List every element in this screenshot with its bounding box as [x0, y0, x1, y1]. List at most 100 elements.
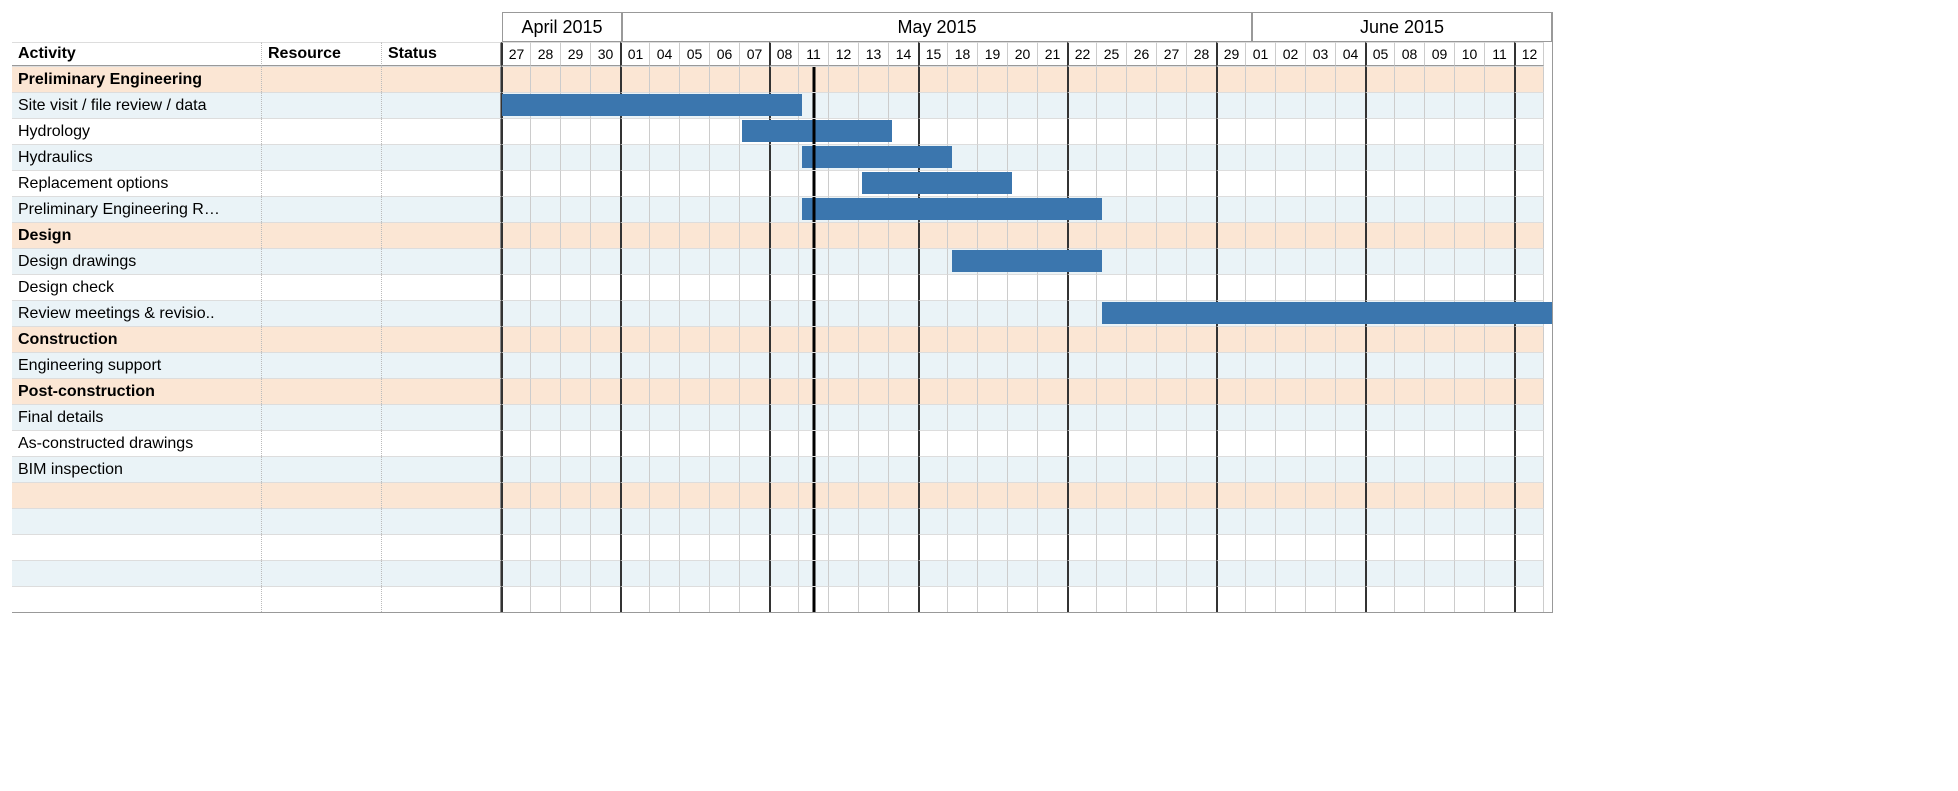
timeline-cell	[1157, 586, 1187, 612]
gantt-bar[interactable]	[952, 250, 1102, 272]
resource-cell[interactable]	[262, 430, 382, 456]
status-cell[interactable]	[382, 404, 502, 430]
status-cell[interactable]	[382, 300, 502, 326]
activity-cell[interactable]: Engineering support	[12, 352, 262, 378]
activity-cell[interactable]: Design drawings	[12, 248, 262, 274]
status-cell[interactable]	[382, 170, 502, 196]
section-label-cell[interactable]: Construction	[12, 326, 262, 352]
resource-cell[interactable]	[262, 118, 382, 144]
timeline-cell	[1365, 222, 1395, 248]
resource-cell[interactable]	[262, 534, 382, 560]
status-cell[interactable]	[382, 586, 502, 612]
timeline-cell	[1067, 300, 1097, 326]
timeline-cell	[620, 300, 650, 326]
activity-cell[interactable]: Design check	[12, 274, 262, 300]
timeline-cell	[1395, 144, 1425, 170]
activity-cell[interactable]	[12, 534, 262, 560]
status-cell[interactable]	[382, 66, 502, 92]
activity-cell[interactable]: Final details	[12, 404, 262, 430]
activity-cell[interactable]	[12, 586, 262, 612]
resource-cell[interactable]	[262, 274, 382, 300]
timeline-cell	[1365, 508, 1395, 534]
timeline-cell	[1455, 66, 1485, 92]
status-cell[interactable]	[382, 430, 502, 456]
timeline-cell	[769, 456, 799, 482]
resource-cell[interactable]	[262, 196, 382, 222]
resource-cell[interactable]	[262, 66, 382, 92]
resource-cell[interactable]	[262, 456, 382, 482]
status-cell[interactable]	[382, 378, 502, 404]
resource-cell[interactable]	[262, 560, 382, 586]
timeline-cell	[680, 144, 710, 170]
resource-cell[interactable]	[262, 144, 382, 170]
timeline-cell	[620, 404, 650, 430]
gantt-bar[interactable]	[1102, 302, 1552, 324]
resource-cell[interactable]	[262, 300, 382, 326]
activity-cell[interactable]: BIM inspection	[12, 456, 262, 482]
timeline-cell	[591, 144, 621, 170]
activity-cell[interactable]: Preliminary Engineering R…	[12, 196, 262, 222]
status-cell[interactable]	[382, 144, 502, 170]
status-cell[interactable]	[382, 508, 502, 534]
resource-cell[interactable]	[262, 508, 382, 534]
resource-cell[interactable]	[262, 222, 382, 248]
activity-cell[interactable]: Hydraulics	[12, 144, 262, 170]
activity-cell[interactable]: Replacement options	[12, 170, 262, 196]
timeline-cell	[680, 508, 710, 534]
gantt-bar[interactable]	[802, 146, 952, 168]
status-cell[interactable]	[382, 456, 502, 482]
timeline-cell	[740, 274, 770, 300]
section-label-cell[interactable]: Design	[12, 222, 262, 248]
timeline-cell	[1276, 274, 1306, 300]
activity-cell[interactable]	[12, 508, 262, 534]
status-cell[interactable]	[382, 274, 502, 300]
timeline-cell	[561, 66, 591, 92]
timeline-cell	[591, 508, 621, 534]
resource-cell[interactable]	[262, 482, 382, 508]
resource-cell[interactable]	[262, 378, 382, 404]
status-cell[interactable]	[382, 352, 502, 378]
resource-cell[interactable]	[262, 586, 382, 612]
activity-cell[interactable]: As-constructed drawings	[12, 430, 262, 456]
activity-cell[interactable]: Hydrology	[12, 118, 262, 144]
section-label-cell[interactable]: Post-construction	[12, 378, 262, 404]
status-cell[interactable]	[382, 326, 502, 352]
timeline-cell	[531, 430, 561, 456]
resource-cell[interactable]	[262, 404, 382, 430]
timeline-cell	[829, 508, 859, 534]
timeline-cell	[501, 144, 531, 170]
status-cell[interactable]	[382, 196, 502, 222]
status-cell[interactable]	[382, 222, 502, 248]
status-cell[interactable]	[382, 92, 502, 118]
activity-cell[interactable]: Review meetings & revisio..	[12, 300, 262, 326]
status-cell[interactable]	[382, 560, 502, 586]
status-cell[interactable]	[382, 118, 502, 144]
task-row: BIM inspection	[12, 456, 1552, 482]
timeline-cell	[620, 274, 650, 300]
blank	[12, 12, 262, 42]
timeline-cell	[1306, 326, 1336, 352]
gantt-bar[interactable]	[802, 198, 1102, 220]
activity-cell[interactable]	[12, 560, 262, 586]
timeline-cell	[829, 170, 859, 196]
timeline-cell	[1246, 586, 1276, 612]
section-label-cell[interactable]	[12, 482, 262, 508]
timeline-cell	[1455, 404, 1485, 430]
status-cell[interactable]	[382, 482, 502, 508]
status-cell[interactable]	[382, 534, 502, 560]
timeline-cells	[502, 456, 1544, 482]
gantt-bar[interactable]	[742, 120, 892, 142]
resource-cell[interactable]	[262, 326, 382, 352]
gantt-bar[interactable]	[862, 172, 1012, 194]
status-cell[interactable]	[382, 248, 502, 274]
gantt-bar[interactable]	[502, 94, 802, 116]
resource-cell[interactable]	[262, 170, 382, 196]
timeline-cell	[889, 352, 919, 378]
timeline-cell	[769, 66, 799, 92]
resource-cell[interactable]	[262, 352, 382, 378]
timeline-cell	[1246, 456, 1276, 482]
activity-cell[interactable]: Site visit / file review / data	[12, 92, 262, 118]
section-label-cell[interactable]: Preliminary Engineering	[12, 66, 262, 92]
resource-cell[interactable]	[262, 248, 382, 274]
resource-cell[interactable]	[262, 92, 382, 118]
